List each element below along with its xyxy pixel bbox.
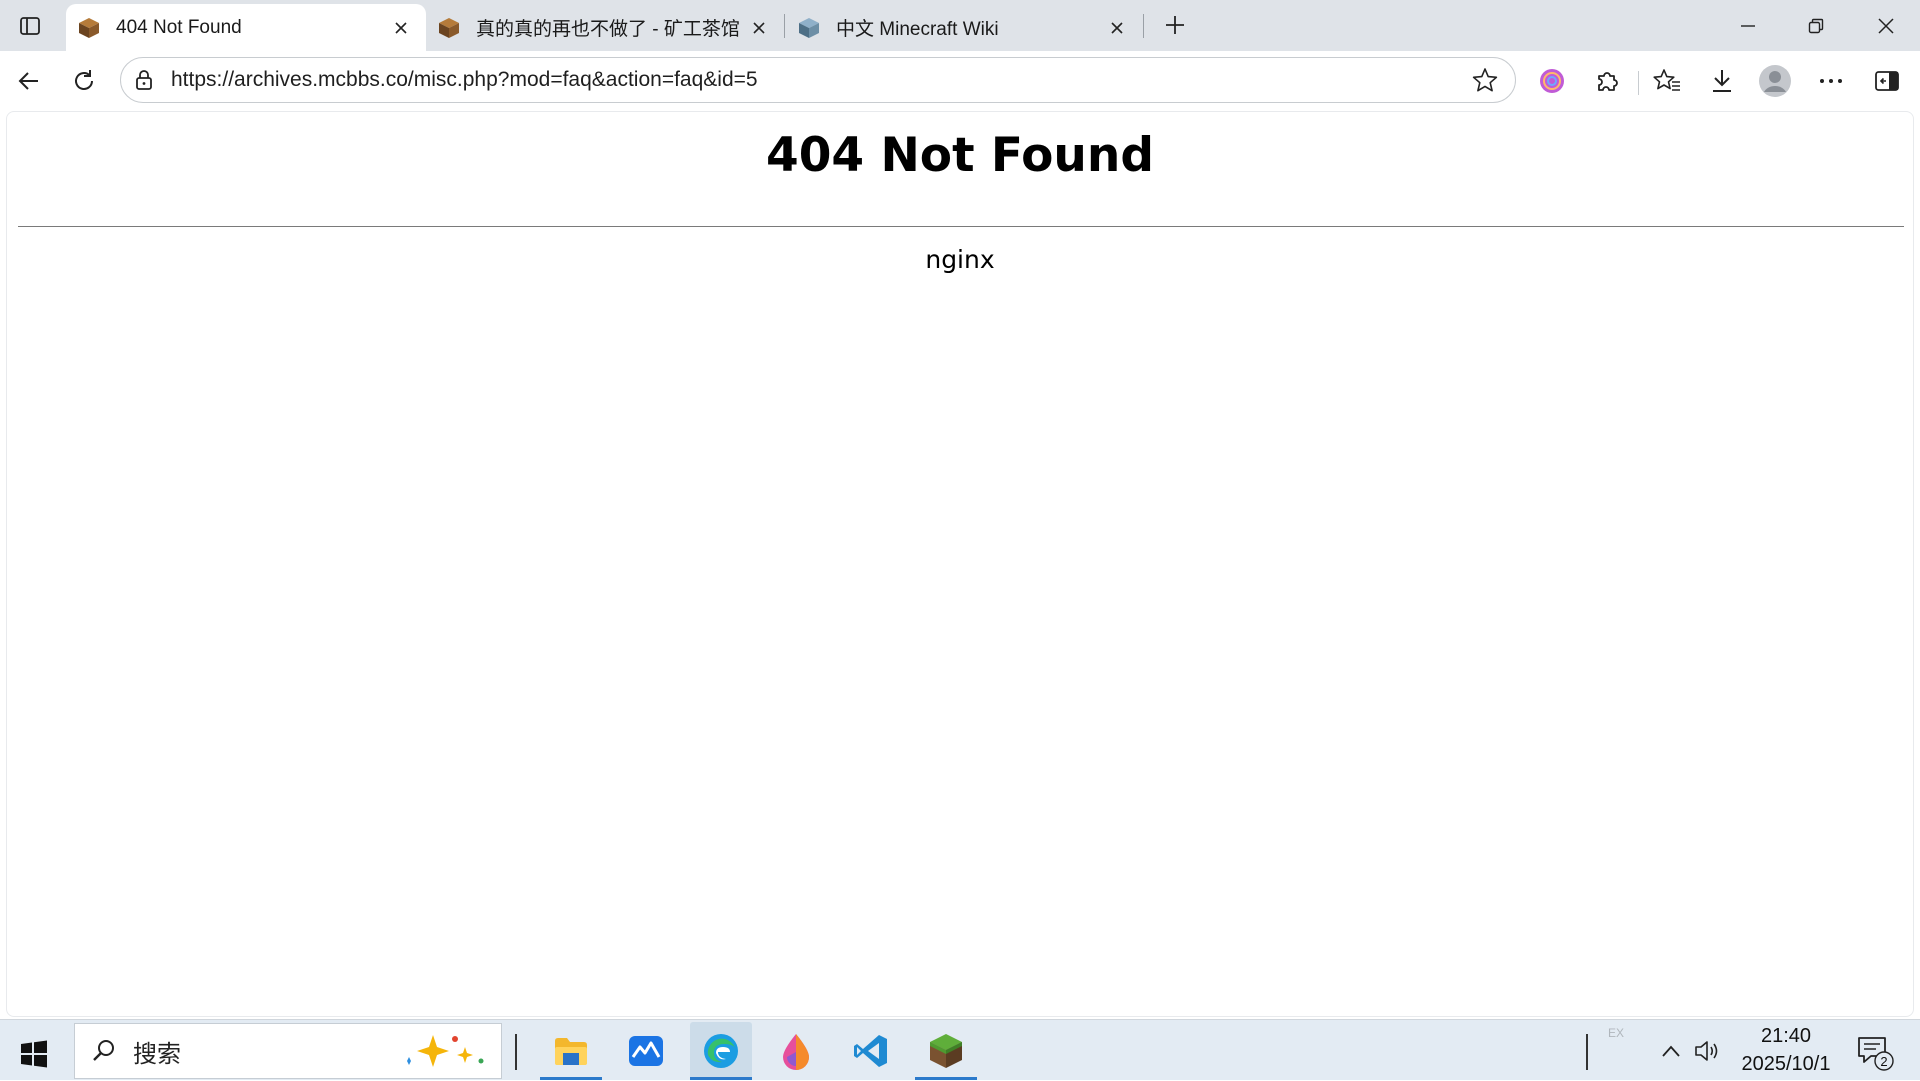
tab-label: 404 Not Found [116, 16, 242, 38]
restore-icon [1808, 18, 1824, 33]
tab-actions-button[interactable] [0, 0, 60, 51]
tab-404-not-found[interactable]: 404 Not Found [66, 4, 426, 51]
edge-taskbar-button[interactable] [690, 1022, 752, 1080]
file-explorer-taskbar-button[interactable] [540, 1022, 602, 1080]
mcbbs-favicon-icon [79, 17, 99, 38]
minecraft-grass-block-icon [930, 1034, 962, 1068]
whiteboard-taskbar-button[interactable] [615, 1022, 677, 1080]
new-tab-button[interactable] [1156, 8, 1194, 42]
tab-label: 真的真的再也不做了 - 矿工茶馆 - [476, 19, 740, 40]
vscode-taskbar-button[interactable] [840, 1022, 902, 1080]
show-hidden-icons-button[interactable] [1656, 1020, 1686, 1081]
minimize-icon [1741, 24, 1755, 27]
web-page-content: 404 Not Found nginx [6, 111, 1914, 1017]
download-icon [1713, 70, 1731, 92]
favorites-list-icon [1653, 69, 1680, 91]
paint-drop-icon [783, 1034, 809, 1070]
extensions-button[interactable] [1586, 60, 1628, 102]
restore-button[interactable] [1782, 0, 1850, 51]
windows-logo-icon [21, 1040, 47, 1068]
edge-browser-icon [704, 1034, 738, 1068]
lock-icon[interactable] [133, 69, 155, 91]
refresh-icon [75, 70, 93, 90]
chevron-up-icon [1662, 1045, 1680, 1057]
system-clock[interactable]: 21:40 2025/10/1 [1730, 1022, 1842, 1080]
address-bar[interactable]: https://archives.mcbbs.co/misc.php?mod=f… [120, 57, 1516, 103]
tab-divider [784, 14, 785, 38]
clock-time: 21:40 [1760, 1025, 1812, 1047]
mcbbs-favicon-icon [439, 17, 459, 38]
whiteboard-icon [629, 1036, 663, 1066]
copilot-button[interactable] [1531, 60, 1573, 102]
speaker-icon [1695, 1040, 1718, 1061]
server-signature: nginx [925, 245, 995, 274]
url-text[interactable]: https://archives.mcbbs.co/misc.php?mod=f… [171, 68, 1469, 92]
refresh-button[interactable] [63, 60, 105, 102]
sidebar-toggle-button[interactable] [1866, 60, 1908, 102]
profile-button[interactable] [1754, 60, 1796, 102]
tab-close-icon[interactable] [390, 17, 412, 39]
taskbar-search-box[interactable]: 搜索 [74, 1023, 502, 1079]
browser-toolbar: https://archives.mcbbs.co/misc.php?mod=f… [0, 51, 1920, 111]
toolbar-divider [1638, 71, 1639, 95]
more-options-button[interactable] [1810, 60, 1852, 102]
windows-taskbar: 搜索 EX 21:40 2025/10/1 2 [0, 1019, 1920, 1080]
tab-mcbbs-thread[interactable]: 真的真的再也不做了 - 矿工茶馆 - [426, 4, 784, 51]
arrow-left-icon [18, 72, 38, 90]
vscode-icon [854, 1035, 887, 1067]
browser-titlebar: 404 Not Found 真的真的再也不做了 - 矿工茶馆 - 中文 Mine… [0, 0, 1920, 51]
divider [18, 226, 1904, 227]
tab-divider [1143, 14, 1144, 38]
search-highlight-sparkle-icon [407, 1035, 484, 1067]
plus-icon [1166, 16, 1184, 34]
notification-icon: 2 [1858, 1037, 1894, 1071]
volume-button[interactable] [1690, 1020, 1724, 1081]
downloads-button[interactable] [1701, 60, 1743, 102]
back-button[interactable] [8, 60, 50, 102]
more-horizontal-icon [1820, 79, 1842, 83]
close-icon [1878, 17, 1894, 34]
close-window-button[interactable] [1852, 0, 1920, 51]
sidebar-icon [1875, 71, 1899, 91]
search-placeholder: 搜索 [133, 1040, 181, 1068]
minecraft-wiki-favicon-icon [799, 17, 819, 38]
taskbar-divider [515, 1034, 517, 1070]
avatar [1759, 65, 1791, 97]
tab-minecraft-wiki[interactable]: 中文 Minecraft Wiki [786, 4, 1142, 51]
tab-label: 中文 Minecraft Wiki [836, 19, 999, 40]
favorites-button[interactable] [1646, 60, 1688, 102]
tab-close-icon[interactable] [748, 17, 770, 39]
page-title: 404 Not Found [766, 128, 1154, 183]
clock-date: 2025/10/1 [1741, 1053, 1831, 1075]
copilot-icon [1540, 69, 1564, 93]
favorite-star-icon[interactable] [1469, 64, 1501, 96]
folder-icon [555, 1038, 587, 1065]
search-icon [89, 1036, 119, 1066]
minimize-button[interactable] [1714, 0, 1782, 51]
paint-taskbar-button[interactable] [765, 1022, 827, 1080]
taskbar-divider [1586, 1034, 1588, 1070]
start-button[interactable] [14, 1034, 54, 1074]
minecraft-taskbar-button[interactable] [915, 1022, 977, 1080]
notification-count-badge: 2 [1880, 1054, 1887, 1069]
notification-center-button[interactable]: 2 [1855, 1032, 1895, 1072]
tab-close-icon[interactable] [1106, 17, 1128, 39]
tab-actions-icon [20, 16, 40, 35]
puzzle-icon [1598, 72, 1618, 91]
ime-indicator: EX [1608, 1026, 1625, 1040]
